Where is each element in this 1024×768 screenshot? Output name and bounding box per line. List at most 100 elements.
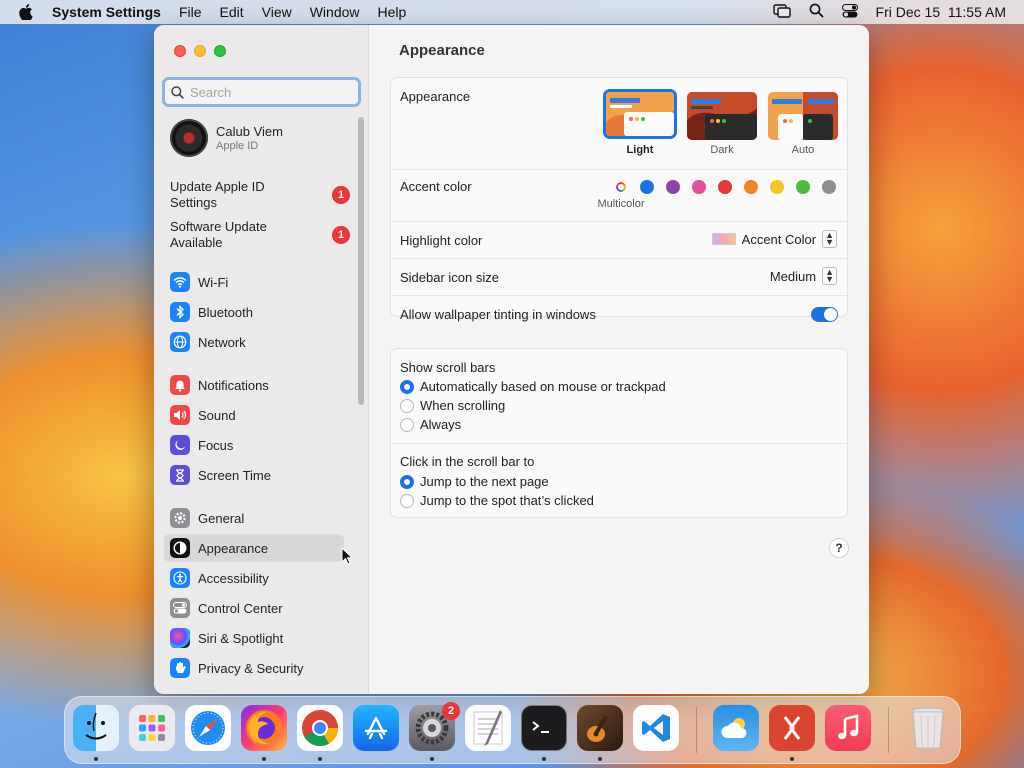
update-apple-id-item[interactable]: Update Apple ID Settings 1 — [170, 179, 350, 211]
accent-pink-swatch[interactable] — [692, 180, 706, 194]
menu-bar: System Settings File Edit View Window He… — [0, 0, 1024, 24]
minimize-button[interactable] — [194, 45, 206, 57]
garageband-icon[interactable] — [577, 705, 623, 751]
sidebar-item-accessibility[interactable]: Accessibility — [164, 564, 344, 592]
sidebar-item-privacy-security[interactable]: Privacy & Security — [164, 654, 344, 682]
accent-multicolor-swatch[interactable] — [614, 180, 628, 194]
radio-indicator — [400, 398, 414, 413]
running-indicator — [542, 757, 546, 761]
jump-next-page-radio[interactable]: Jump to the next page — [400, 474, 549, 489]
scroll-bars-when-scrolling-radio[interactable]: When scrolling — [400, 398, 505, 413]
sidebar-item-general[interactable]: General — [164, 504, 344, 532]
profile-name: Calub Viem — [216, 124, 283, 139]
menu-help[interactable]: Help — [369, 0, 416, 24]
radio-label: Jump to the spot that’s clicked — [420, 493, 594, 508]
sidebar-item-appearance[interactable]: Appearance — [164, 534, 344, 562]
screen-mirroring-icon[interactable] — [772, 3, 791, 21]
sidebar-item-wifi[interactable]: Wi-Fi — [164, 268, 344, 296]
radio-indicator — [400, 417, 414, 432]
highlight-value: Accent Color — [741, 231, 817, 247]
accent-green-swatch[interactable] — [796, 180, 810, 194]
sidebar-icon-size-popup[interactable]: Medium ▲ ▼ — [770, 267, 837, 285]
switches-icon — [170, 598, 190, 618]
accent-orange-swatch[interactable] — [744, 180, 758, 194]
help-button[interactable]: ? — [829, 538, 849, 558]
moon-icon — [170, 435, 190, 455]
accent-blue-swatch[interactable] — [640, 180, 654, 194]
music-icon[interactable] — [825, 705, 871, 751]
window-controls — [174, 45, 226, 57]
wallpaper-tinting-toggle[interactable] — [811, 307, 838, 322]
chrome-icon[interactable] — [297, 705, 343, 751]
icon-size-value: Medium — [769, 268, 817, 284]
auto-thumbnail — [768, 92, 838, 140]
sidebar-item-label: Accessibility — [198, 570, 269, 586]
accent-yellow-swatch[interactable] — [770, 180, 784, 194]
highlight-color-label: Highlight color — [400, 233, 483, 248]
click-scroll-bar-label: Click in the scroll bar to — [400, 454, 535, 469]
menu-file[interactable]: File — [170, 0, 211, 24]
light-label: Light — [626, 144, 654, 156]
sidebar-item-focus[interactable]: Focus — [164, 431, 344, 459]
page-title: Appearance — [399, 42, 485, 59]
menu-edit[interactable]: Edit — [211, 0, 253, 24]
safari-icon[interactable] — [185, 705, 231, 751]
accent-graphite-swatch[interactable] — [822, 180, 836, 194]
textedit-icon[interactable] — [465, 705, 511, 751]
search-input[interactable] — [190, 84, 340, 100]
accent-red-swatch[interactable] — [718, 180, 732, 194]
accessibility-icon — [170, 568, 190, 588]
sidebar-scrollbar[interactable] — [358, 117, 364, 405]
sidebar-item-bluetooth[interactable]: Bluetooth — [164, 298, 344, 326]
settings-window: Calub Viem Apple ID Update Apple ID Sett… — [154, 25, 869, 694]
appearance-row: Appearance Light Dark Auto — [391, 78, 847, 170]
wallpaper-tinting-row: Allow wallpaper tinting in windows — [391, 296, 847, 332]
menu-app-name[interactable]: System Settings — [52, 0, 170, 24]
close-button[interactable] — [174, 45, 186, 57]
trash-icon[interactable] — [905, 705, 951, 751]
sidebar-item-sound[interactable]: Sound — [164, 401, 344, 429]
radio-label: Always — [420, 417, 462, 432]
running-indicator — [94, 757, 98, 761]
appearance-settings-group: Appearance Light Dark Auto Accent color … — [390, 77, 848, 322]
app-store-icon[interactable] — [353, 705, 399, 751]
accent-color-label: Accent color — [400, 179, 472, 194]
highlight-swatch — [711, 233, 736, 245]
running-indicator — [318, 757, 322, 761]
sidebar-item-siri-spotlight[interactable]: Siri & Spotlight — [164, 624, 344, 652]
dock-separator — [696, 707, 697, 753]
menu-clock[interactable]: Fri Dec 15 11:55 AM — [876, 4, 1006, 20]
vscode-icon[interactable] — [633, 705, 679, 751]
apple-menu-icon[interactable] — [0, 4, 52, 20]
search-field[interactable] — [162, 77, 361, 107]
jump-to-spot-radio[interactable]: Jump to the spot that’s clicked — [400, 493, 594, 508]
apple-id-profile[interactable]: Calub Viem Apple ID — [170, 119, 283, 157]
search-icon — [171, 85, 184, 99]
software-update-item[interactable]: Software Update Available 1 — [170, 219, 350, 251]
zoom-button[interactable] — [214, 45, 226, 57]
sidebar-item-control-center[interactable]: Control Center — [164, 594, 344, 622]
sidebar-item-network[interactable]: Network — [164, 328, 344, 356]
sidebar-icon-size-row: Sidebar icon size Medium ▲ ▼ — [391, 259, 847, 296]
firefox-icon[interactable] — [241, 705, 287, 751]
spotlight-search-icon[interactable] — [809, 3, 824, 21]
highlight-color-popup[interactable]: Accent Color ▲ ▼ — [711, 230, 837, 248]
menu-view[interactable]: View — [253, 0, 301, 24]
weather-icon[interactable] — [713, 705, 759, 751]
remote-desktop-icon[interactable] — [769, 705, 815, 751]
scroll-bars-always-radio[interactable]: Always — [400, 417, 461, 432]
notice-badge: 1 — [332, 226, 350, 244]
running-indicator — [598, 757, 602, 761]
avatar — [170, 119, 208, 157]
radio-label: When scrolling — [420, 398, 506, 413]
accent-purple-swatch[interactable] — [666, 180, 680, 194]
finder-icon[interactable] — [73, 705, 119, 751]
launchpad-icon[interactable] — [129, 705, 175, 751]
sidebar-item-screen-time[interactable]: Screen Time — [164, 461, 344, 489]
sidebar-item-notifications[interactable]: Notifications — [164, 371, 344, 399]
control-center-icon[interactable] — [841, 3, 858, 21]
sidebar-item-label: General — [198, 510, 245, 526]
scroll-bars-auto-radio[interactable]: Automatically based on mouse or trackpad — [400, 379, 666, 394]
terminal-icon[interactable] — [521, 705, 567, 751]
menu-window[interactable]: Window — [301, 0, 369, 24]
